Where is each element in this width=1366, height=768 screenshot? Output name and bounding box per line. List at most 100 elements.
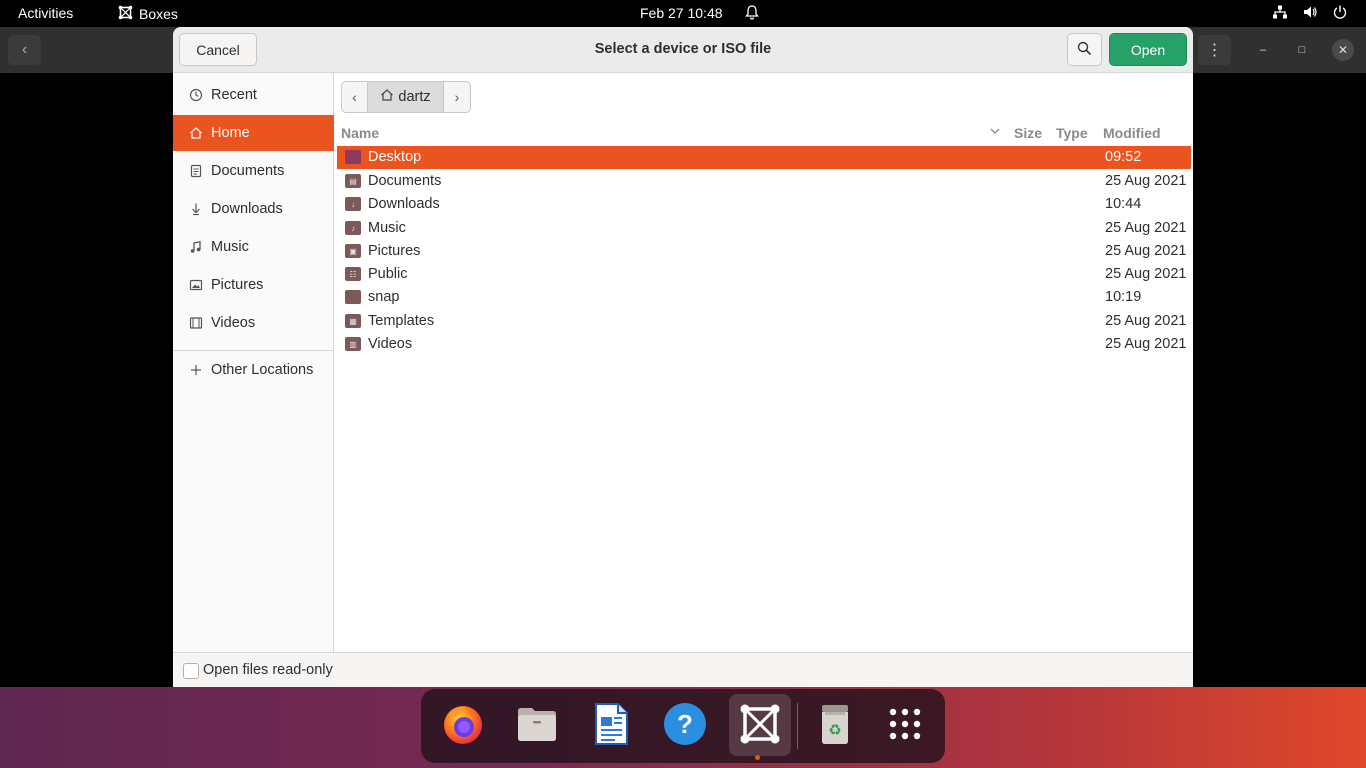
search-button[interactable] bbox=[1067, 33, 1102, 66]
file-row-music[interactable]: ♪ Music 25 Aug 2021 bbox=[337, 217, 1191, 240]
sidebar-item-label: Documents bbox=[211, 163, 285, 179]
sidebar-item-pictures[interactable]: Pictures bbox=[173, 267, 334, 303]
read-only-checkbox[interactable] bbox=[183, 663, 199, 679]
app-name: Boxes bbox=[139, 6, 178, 22]
column-size[interactable]: Size bbox=[1014, 125, 1042, 141]
document-icon bbox=[187, 164, 205, 178]
running-indicator bbox=[755, 755, 760, 760]
file-row-videos[interactable]: ▥ Videos 25 Aug 2021 bbox=[337, 333, 1191, 356]
sidebar-item-recent[interactable]: Recent bbox=[173, 77, 334, 113]
dialog-footer: Open files read-only bbox=[173, 652, 1193, 687]
boxes-icon bbox=[737, 701, 783, 750]
file-row-downloads[interactable]: ↓ Downloads 10:44 bbox=[337, 193, 1191, 216]
dock-separator bbox=[797, 703, 798, 749]
file-row-public[interactable]: ☷ Public 25 Aug 2021 bbox=[337, 263, 1191, 286]
file-list-header: Name Size Type Modified bbox=[335, 121, 1193, 145]
read-only-label[interactable]: Open files read-only bbox=[203, 662, 333, 678]
dock-trash[interactable]: ♻ bbox=[807, 697, 863, 753]
file-name: Desktop bbox=[368, 149, 422, 165]
file-row-documents[interactable]: ▤ Documents 25 Aug 2021 bbox=[337, 170, 1191, 193]
file-modified: 25 Aug 2021 bbox=[1105, 336, 1187, 352]
chevron-left-icon: ‹ bbox=[21, 41, 28, 58]
file-row-pictures[interactable]: ▣ Pictures 25 Aug 2021 bbox=[337, 240, 1191, 263]
folder-documents-icon: ▤ bbox=[345, 174, 361, 188]
minimize-button[interactable]: – bbox=[1252, 39, 1274, 61]
file-name: Music bbox=[368, 220, 406, 236]
sidebar-item-label: Downloads bbox=[211, 201, 283, 217]
path-back-button[interactable]: ‹ bbox=[341, 81, 368, 113]
path-forward-button[interactable]: › bbox=[444, 81, 471, 113]
volume-icon bbox=[1302, 4, 1318, 23]
file-modified: 25 Aug 2021 bbox=[1105, 313, 1187, 329]
svg-text:♻: ♻ bbox=[828, 721, 841, 739]
dock: ? ♻ bbox=[421, 689, 945, 763]
dock-firefox[interactable] bbox=[435, 697, 491, 753]
cancel-button[interactable]: Cancel bbox=[179, 33, 257, 66]
help-icon: ? bbox=[662, 701, 708, 750]
file-name: Pictures bbox=[368, 243, 421, 259]
sidebar-item-home[interactable]: Home bbox=[173, 115, 334, 151]
dock-boxes[interactable] bbox=[729, 694, 791, 760]
notification-bell-icon[interactable] bbox=[744, 4, 760, 23]
close-window-button[interactable]: ✕ bbox=[1332, 39, 1354, 61]
file-modified: 10:19 bbox=[1105, 289, 1142, 305]
folder-music-icon: ♪ bbox=[345, 221, 361, 235]
file-row-templates[interactable]: ▦ Templates 25 Aug 2021 bbox=[337, 310, 1191, 333]
column-name[interactable]: Name bbox=[341, 125, 379, 141]
folder-templates-icon: ▦ bbox=[345, 314, 361, 328]
sidebar-item-label: Recent bbox=[211, 87, 257, 103]
home-icon bbox=[380, 88, 394, 106]
file-modified: 25 Aug 2021 bbox=[1105, 173, 1187, 189]
dock-help[interactable]: ? bbox=[657, 697, 713, 753]
window-menu-button[interactable]: ⋮ bbox=[1198, 35, 1231, 65]
breadcrumb-label: dartz bbox=[398, 89, 431, 105]
power-icon bbox=[1332, 4, 1348, 23]
writer-icon bbox=[588, 701, 634, 750]
file-row-desktop[interactable]: Desktop 09:52 bbox=[337, 146, 1191, 169]
dock-files[interactable] bbox=[509, 697, 565, 753]
column-modified[interactable]: Modified bbox=[1103, 125, 1161, 141]
dialog-title: Select a device or ISO file bbox=[594, 41, 772, 57]
top-bar: Activities Boxes Feb 27 10:48 bbox=[0, 0, 1366, 27]
path-bar: ‹ dartz › bbox=[341, 81, 471, 113]
download-icon bbox=[187, 202, 205, 216]
dock-show-apps[interactable] bbox=[877, 697, 933, 753]
file-name: snap bbox=[368, 289, 400, 305]
breadcrumb-home[interactable]: dartz bbox=[368, 81, 444, 113]
minimize-icon: – bbox=[1259, 44, 1267, 56]
sidebar-item-music[interactable]: Music bbox=[173, 229, 334, 265]
close-icon: ✕ bbox=[1337, 43, 1349, 57]
back-button[interactable]: ‹ bbox=[8, 35, 41, 65]
picture-icon bbox=[187, 278, 205, 292]
sidebar-item-documents[interactable]: Documents bbox=[173, 153, 334, 189]
boxes-icon bbox=[118, 5, 133, 23]
network-icon bbox=[1272, 4, 1288, 23]
column-type[interactable]: Type bbox=[1056, 125, 1088, 141]
folder-icon bbox=[345, 150, 361, 164]
places-sidebar: Recent Home Documents Downloads Music Pi… bbox=[173, 73, 334, 652]
sidebar-divider bbox=[173, 350, 334, 351]
sidebar-item-downloads[interactable]: Downloads bbox=[173, 191, 334, 227]
sort-chevron-down-icon[interactable] bbox=[989, 124, 1001, 140]
sidebar-item-other-locations[interactable]: Other Locations bbox=[173, 352, 334, 388]
maximize-button[interactable]: □ bbox=[1291, 39, 1313, 61]
system-tray[interactable] bbox=[1272, 4, 1348, 23]
folder-pictures-icon: ▣ bbox=[345, 244, 361, 258]
file-modified: 25 Aug 2021 bbox=[1105, 220, 1187, 236]
open-button[interactable]: Open bbox=[1109, 33, 1187, 66]
activities-button[interactable]: Activities bbox=[18, 5, 73, 21]
sidebar-item-label: Music bbox=[211, 239, 249, 255]
plus-icon bbox=[187, 363, 205, 377]
file-name: Videos bbox=[368, 336, 413, 352]
kebab-menu-icon: ⋮ bbox=[1206, 42, 1223, 59]
sidebar-item-label: Pictures bbox=[211, 277, 264, 293]
file-modified: 25 Aug 2021 bbox=[1105, 266, 1187, 282]
dock-writer[interactable] bbox=[583, 697, 639, 753]
clock[interactable]: Feb 27 10:48 bbox=[640, 5, 723, 21]
maximize-icon: □ bbox=[1298, 44, 1306, 56]
app-grid-icon bbox=[887, 706, 923, 745]
app-menu[interactable]: Boxes bbox=[118, 5, 178, 23]
file-row-snap[interactable]: snap 10:19 bbox=[337, 286, 1191, 309]
clock-icon bbox=[187, 88, 205, 102]
sidebar-item-videos[interactable]: Videos bbox=[173, 305, 334, 341]
